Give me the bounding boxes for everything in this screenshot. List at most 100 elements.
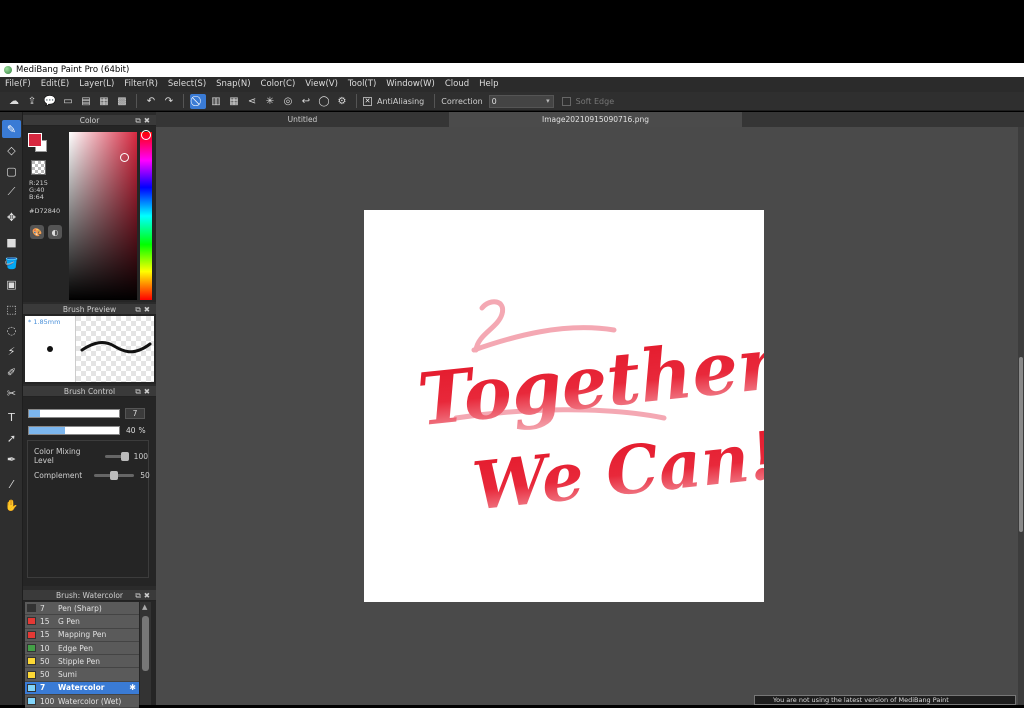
- canvas-scroll-thumb[interactable]: [1019, 357, 1023, 532]
- brush-name-label: Watercolor (Wet): [58, 696, 122, 706]
- brush-size-value[interactable]: 7: [125, 407, 145, 419]
- brush-preview-title: Brush Preview: [62, 305, 117, 314]
- bucket-tool-icon[interactable]: 🪣: [2, 254, 21, 272]
- brush-list-item[interactable]: 50 Sumi: [25, 668, 139, 682]
- color-mix-icon[interactable]: ◐: [48, 225, 62, 239]
- brush-list-item[interactable]: 100 Watercolor (Wet): [25, 695, 139, 708]
- panel-controls-icon[interactable]: ⧉✖: [135, 115, 153, 126]
- lasso-tool-icon[interactable]: ◌: [2, 321, 21, 339]
- brush-list-item[interactable]: 7 Watercolor ✱: [25, 681, 139, 696]
- snap-off-icon[interactable]: ⃠: [190, 93, 206, 109]
- document-icon[interactable]: ▤: [78, 94, 94, 109]
- divide-tool-icon[interactable]: ✒: [2, 450, 21, 468]
- magic-wand-tool-icon[interactable]: ⚡: [2, 342, 21, 360]
- window-title: MediBang Paint Pro (64bit): [16, 65, 130, 75]
- app-icon: [4, 66, 12, 74]
- brush-list-item[interactable]: 10 Edge Pen: [25, 641, 139, 656]
- parallel-snap-icon[interactable]: ▥: [208, 94, 224, 109]
- crisscross-snap-icon[interactable]: ▦: [226, 94, 242, 109]
- menu-window[interactable]: Window(W): [386, 77, 439, 92]
- transparent-color-swatch[interactable]: [31, 160, 46, 175]
- brush-list-scrollbar[interactable]: ▲: [140, 602, 151, 705]
- fill-rect-tool-icon[interactable]: ■: [2, 233, 21, 251]
- mixing-level-slider[interactable]: [104, 451, 129, 461]
- select-pen-tool-icon[interactable]: ✐: [2, 363, 21, 381]
- redo-icon[interactable]: ↷: [161, 94, 177, 109]
- tiles-icon[interactable]: ▩: [114, 94, 130, 109]
- brush-opacity-unit: %: [138, 425, 146, 435]
- brush-size-slider[interactable]: [28, 408, 120, 418]
- menu-file[interactable]: File(F): [5, 77, 35, 92]
- soft-edge-checkbox[interactable]: [561, 96, 571, 106]
- menu-layer[interactable]: Layer(L): [79, 77, 118, 92]
- canvas-scrollbar[interactable]: [1018, 127, 1024, 705]
- brush-opacity-value: 40: [126, 425, 136, 435]
- dot-tool-icon[interactable]: ⟋: [2, 183, 21, 201]
- comment-icon[interactable]: 💬: [42, 94, 58, 109]
- concentric-snap-icon[interactable]: ◎: [280, 94, 296, 109]
- select-eraser-tool-icon[interactable]: ✂: [2, 384, 21, 402]
- undo-icon[interactable]: ↶: [143, 94, 159, 109]
- primary-color-swatch[interactable]: [28, 133, 42, 147]
- brush-size-label: 15: [40, 616, 50, 626]
- menu-cloud[interactable]: Cloud: [445, 77, 473, 92]
- select-tool-icon[interactable]: ⬚: [2, 300, 21, 318]
- menu-tool[interactable]: Tool(T): [348, 77, 380, 92]
- saturation-cursor[interactable]: [120, 153, 129, 162]
- settings-icon[interactable]: ⚙: [334, 94, 350, 109]
- brush-tool-icon[interactable]: ✎: [2, 120, 21, 138]
- upload-icon[interactable]: ⇪: [24, 94, 40, 109]
- tab-image[interactable]: Image20210915090716.png: [449, 112, 742, 127]
- chat-icon[interactable]: ▭: [60, 94, 76, 109]
- grid-icon[interactable]: ▦: [96, 94, 112, 109]
- gradient-tool-icon[interactable]: ▣: [2, 275, 21, 293]
- rectangle-tool-icon[interactable]: ▢: [2, 162, 21, 180]
- brush-opacity-slider[interactable]: [28, 425, 120, 435]
- brush-list-item[interactable]: 15 G Pen: [25, 615, 139, 629]
- brush-settings-icon[interactable]: ✱: [129, 683, 136, 692]
- correction-select[interactable]: 0: [488, 94, 554, 108]
- menu-help[interactable]: Help: [479, 77, 502, 92]
- brush-list-item[interactable]: 15 Mapping Pen: [25, 628, 139, 642]
- menu-filter[interactable]: Filter(R): [124, 77, 162, 92]
- color-panel-title: Color: [79, 116, 100, 125]
- circle-snap-icon[interactable]: ◯: [316, 94, 332, 109]
- palette-icon[interactable]: 🎨: [30, 225, 44, 239]
- eyedropper-tool-icon[interactable]: ⁄: [2, 475, 21, 493]
- drawing-canvas[interactable]: Together We Can!: [364, 210, 785, 602]
- brush-size-label: 7: [40, 683, 46, 693]
- vanishing-point-icon[interactable]: ⋖: [244, 94, 260, 109]
- toolbar-divider: [136, 94, 137, 108]
- brush-color-chip: [27, 630, 36, 639]
- panel-controls-icon[interactable]: ⧉✖: [135, 304, 153, 315]
- menu-edit[interactable]: Edit(E): [41, 77, 73, 92]
- menu-color[interactable]: Color(C): [261, 77, 300, 92]
- panel-controls-icon[interactable]: ⧉✖: [135, 590, 153, 601]
- menu-select[interactable]: Select(S): [168, 77, 210, 92]
- scroll-up-icon[interactable]: ▲: [142, 603, 147, 611]
- hue-cursor[interactable]: [141, 130, 151, 140]
- operation-tool-icon[interactable]: ➚: [2, 429, 21, 447]
- move-tool-icon[interactable]: ✥: [2, 208, 21, 226]
- text-tool-icon[interactable]: T: [2, 408, 21, 426]
- scroll-thumb[interactable]: [142, 616, 149, 671]
- update-notification[interactable]: You are not using the latest version of …: [754, 695, 1016, 705]
- brush-name-label: Stipple Pen: [58, 656, 101, 666]
- brush-color-chip: [27, 644, 36, 653]
- menu-snap[interactable]: Snap(N): [216, 77, 254, 92]
- menu-view[interactable]: View(V): [305, 77, 342, 92]
- hue-slider[interactable]: [140, 132, 152, 300]
- complement-slider[interactable]: [94, 471, 135, 480]
- hand-tool-icon[interactable]: ✋: [2, 496, 21, 514]
- radial-snap-icon[interactable]: ✳: [262, 94, 278, 109]
- tab-untitled[interactable]: Untitled: [156, 112, 449, 127]
- curve-snap-icon[interactable]: ↩: [298, 94, 314, 109]
- panel-controls-icon[interactable]: ⧉✖: [135, 386, 153, 397]
- brush-list-item[interactable]: 7 Pen (Sharp): [25, 602, 139, 616]
- antialiasing-checkbox[interactable]: ✕: [363, 96, 372, 106]
- cloud-icon[interactable]: ☁: [6, 94, 22, 109]
- brush-list-item[interactable]: 50 Stipple Pen: [25, 655, 139, 669]
- menu-bar: File(F) Edit(E) Layer(L) Filter(R) Selec…: [0, 77, 1024, 92]
- color-panel: Color ⧉✖ R:215 G:40 B:64 #D72840 🎨 ◐: [23, 115, 156, 302]
- eraser-tool-icon[interactable]: ◇: [2, 141, 21, 159]
